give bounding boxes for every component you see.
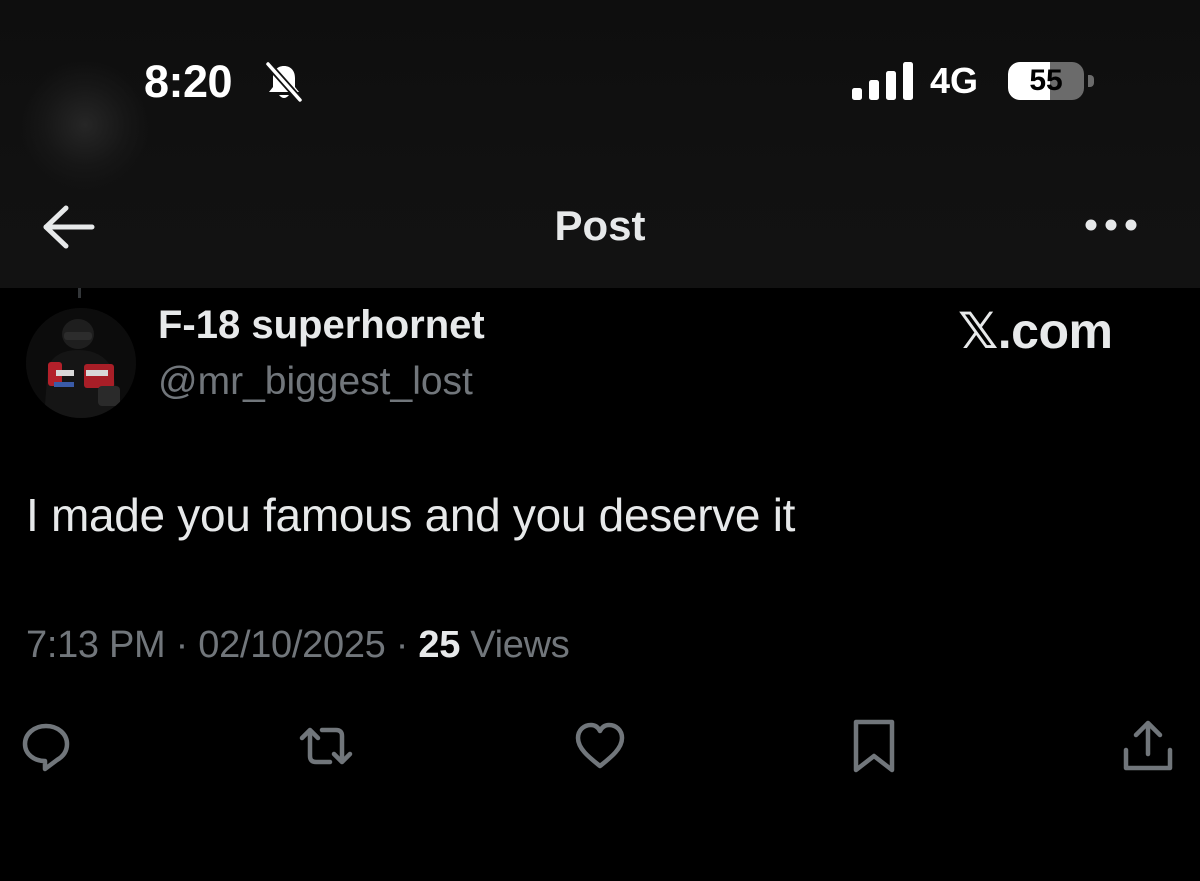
- status-time: 8:20: [144, 56, 233, 107]
- bookmark-icon: [853, 719, 895, 773]
- post-date[interactable]: 02/10/2025: [198, 624, 385, 666]
- bookmark-button[interactable]: [846, 718, 902, 774]
- watermark: 𝕏.com: [958, 303, 1113, 359]
- like-button[interactable]: [572, 718, 628, 774]
- views-label[interactable]: Views: [460, 624, 569, 666]
- post-time[interactable]: 7:13 PM: [26, 624, 166, 666]
- meta-separator: ·: [385, 624, 419, 666]
- post-screen: 8:20 4G 55 Post F-18 superhornet @mr_big…: [0, 0, 1200, 881]
- bell-off-icon: [264, 60, 304, 104]
- username-handle[interactable]: @mr_biggest_lost: [158, 360, 473, 404]
- avatar-image: [26, 308, 136, 418]
- reply-button[interactable]: [18, 718, 74, 774]
- reply-icon: [22, 723, 70, 772]
- repost-button[interactable]: [298, 718, 354, 774]
- repost-icon: [299, 727, 353, 765]
- display-name[interactable]: F-18 superhornet: [158, 303, 485, 348]
- battery-body: 55: [1008, 62, 1084, 100]
- share-button[interactable]: [1120, 718, 1176, 774]
- views-count[interactable]: 25: [418, 624, 460, 666]
- post-metadata: 7:13 PM · 02/10/2025 · 25 Views: [26, 624, 570, 667]
- share-icon: [1123, 720, 1173, 771]
- background-blur: [20, 60, 150, 190]
- battery-level: 55: [1029, 64, 1063, 97]
- battery-tip: [1088, 75, 1094, 87]
- heart-icon: [575, 722, 625, 769]
- top-bar: 8:20 4G 55 Post: [0, 0, 1200, 288]
- back-arrow-icon[interactable]: [40, 204, 96, 250]
- more-options-icon[interactable]: [1084, 212, 1138, 238]
- post-text: I made you famous and you deserve it: [26, 489, 796, 541]
- network-type: 4G: [930, 60, 979, 101]
- thread-line: [78, 288, 81, 298]
- meta-separator: ·: [165, 624, 199, 666]
- page-title: Post: [554, 202, 646, 249]
- battery-icon: 55: [1008, 62, 1094, 100]
- avatar[interactable]: [26, 308, 136, 418]
- signal-icon: [852, 62, 913, 100]
